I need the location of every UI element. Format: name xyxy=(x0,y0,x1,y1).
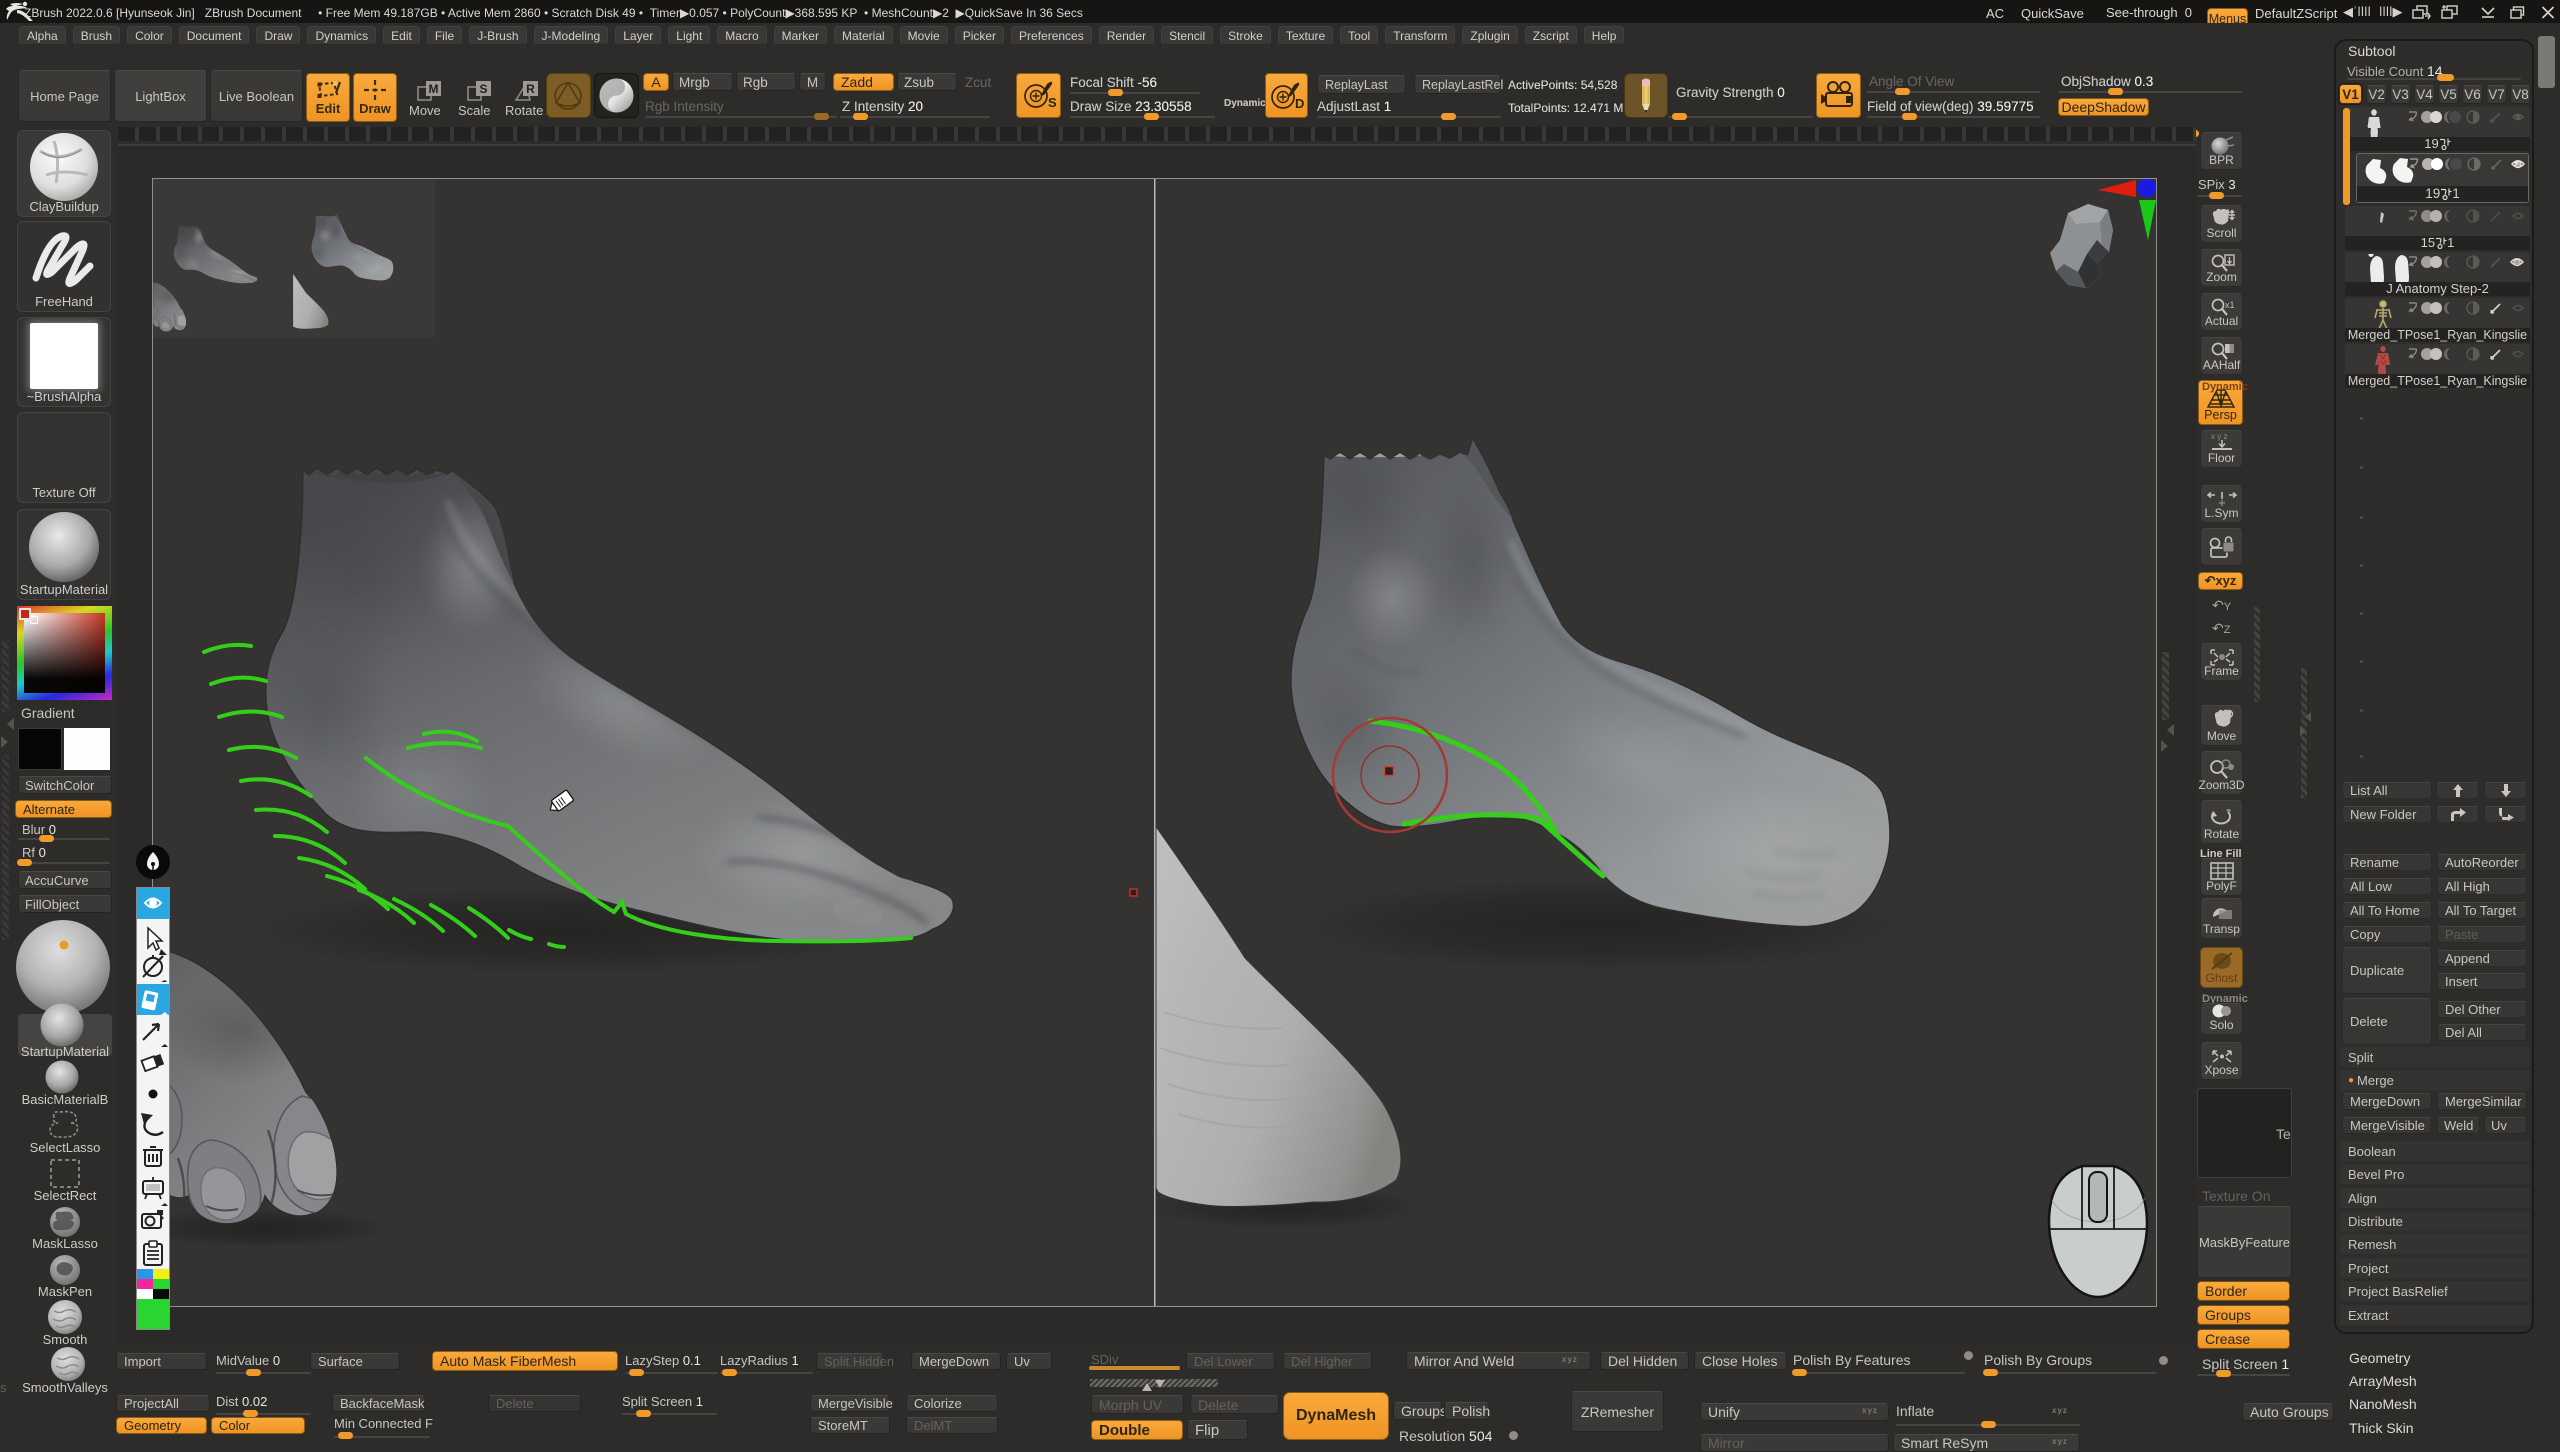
svg-text:R: R xyxy=(526,82,535,96)
svg-text:M: M xyxy=(429,82,439,96)
svg-text:S: S xyxy=(1048,95,1057,110)
svg-text:x y z: x y z xyxy=(2211,432,2227,441)
svg-text:x1: x1 xyxy=(2225,300,2235,310)
svg-text:S: S xyxy=(479,82,487,96)
svg-text:D: D xyxy=(1295,96,1304,111)
